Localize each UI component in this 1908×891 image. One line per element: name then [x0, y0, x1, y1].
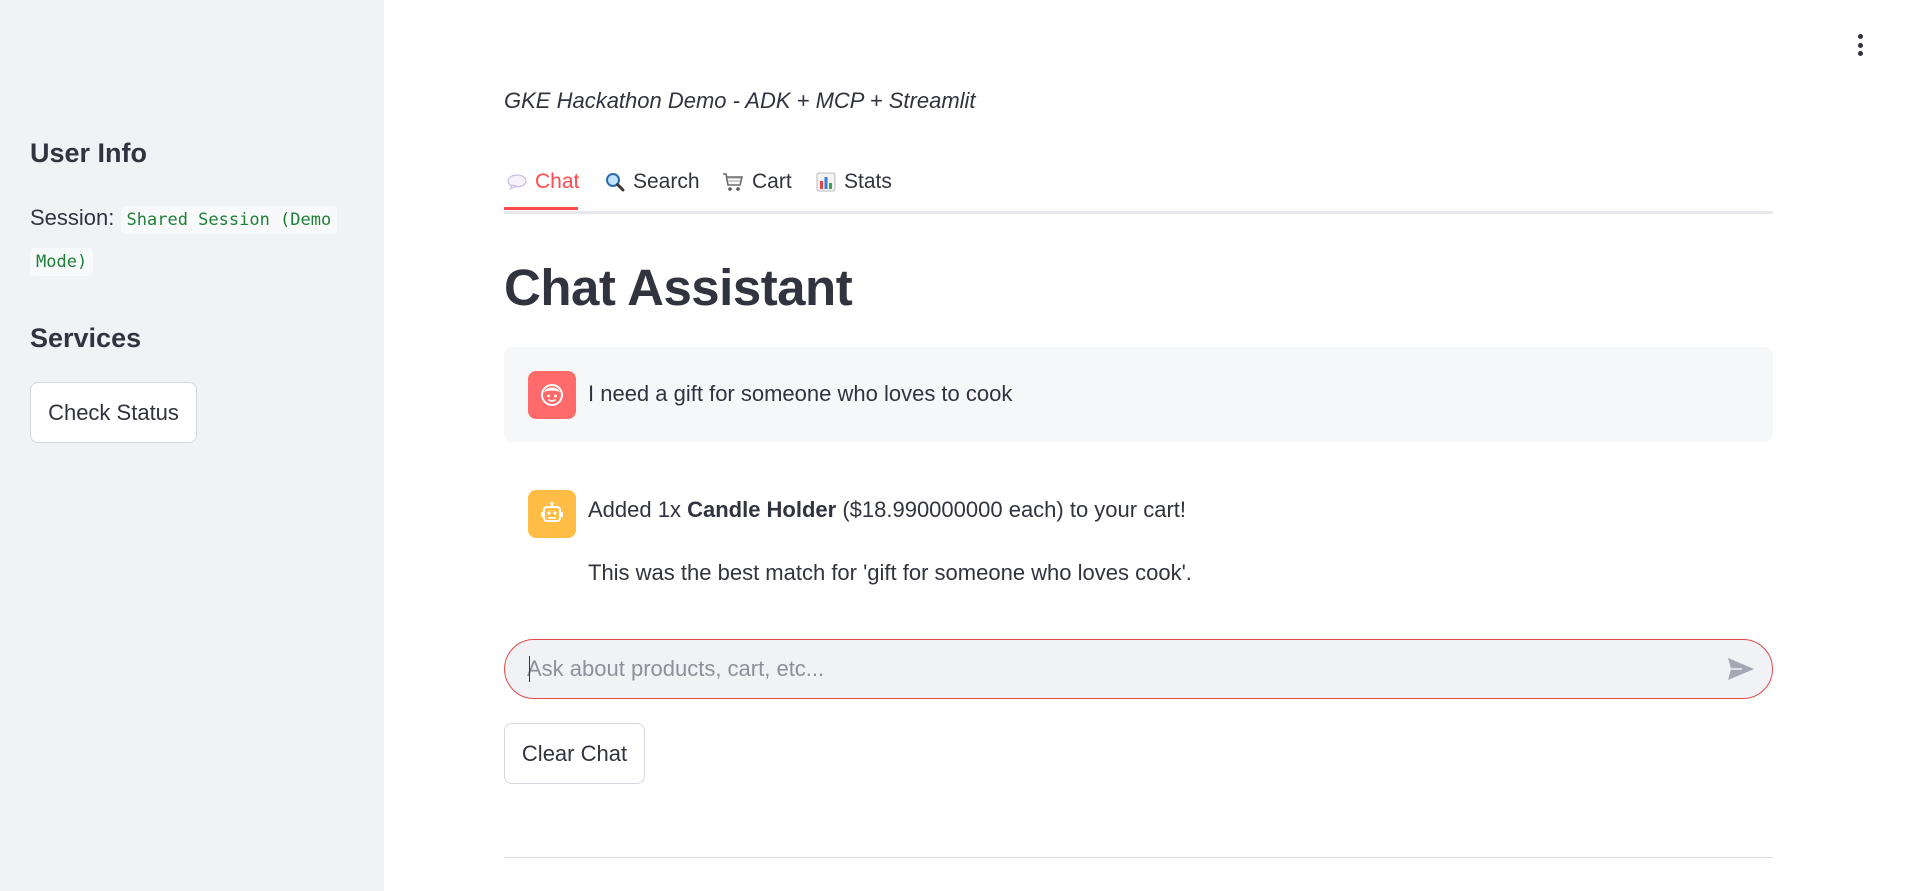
user-message-text: I need a gift for someone who loves to c…: [588, 381, 1013, 406]
tab-cart[interactable]: Cart: [722, 155, 792, 209]
user-face-icon: [528, 371, 576, 419]
assistant-message-line-2: This was the best match for 'gift for so…: [588, 560, 1192, 585]
app-caption: GKE Hackathon Demo - ADK + MCP + Streaml…: [504, 88, 976, 113]
active-tab-indicator: [504, 207, 578, 210]
speech-balloon-icon: [507, 174, 527, 190]
assistant-message-line-1: Added 1x Candle Holder ($18.990000000 ea…: [588, 497, 1186, 523]
chat-message-user: I need a gift for someone who loves to c…: [504, 347, 1773, 442]
app-root: User Info Session: Shared Session (Demo …: [0, 0, 1908, 891]
robot-icon: [528, 490, 576, 538]
assistant-line1-suffix: ($18.990000000 each) to your cart!: [836, 497, 1187, 522]
user-info-heading: User Info: [30, 138, 148, 168]
divider: [504, 857, 1773, 858]
tab-stats[interactable]: Stats: [816, 155, 892, 209]
sidebar: User Info Session: Shared Session (Demo …: [0, 0, 384, 891]
bar-chart-icon: [816, 172, 836, 192]
tab-search-label: Search: [633, 170, 700, 193]
assistant-line1-prefix: Added 1x: [588, 497, 688, 522]
page-title: Chat Assistant: [504, 259, 853, 316]
magnifier-icon: [605, 172, 625, 192]
text-caret: [529, 656, 530, 682]
assistant-product-name: Candle Holder: [687, 497, 837, 522]
main-menu-icon[interactable]: [1850, 30, 1870, 60]
services-heading: Services: [30, 323, 142, 353]
chat-input[interactable]: [527, 650, 1687, 688]
tab-search[interactable]: Search: [605, 155, 700, 209]
clear-chat-button[interactable]: Clear Chat: [504, 723, 645, 784]
session-info: Session: Shared Session (Demo Mode): [30, 198, 360, 282]
tab-bar: Chat Search Cart Stats: [504, 155, 1773, 214]
tab-cart-label: Cart: [752, 170, 792, 193]
tab-chat-label: Chat: [535, 170, 580, 193]
check-status-button[interactable]: Check Status: [30, 382, 197, 443]
send-icon[interactable]: [1725, 654, 1757, 684]
tab-chat[interactable]: Chat: [507, 155, 582, 209]
chat-input-container: [504, 639, 1773, 699]
shopping-cart-icon: [722, 172, 744, 192]
tab-stats-label: Stats: [844, 170, 892, 193]
session-label: Session:: [30, 205, 115, 230]
